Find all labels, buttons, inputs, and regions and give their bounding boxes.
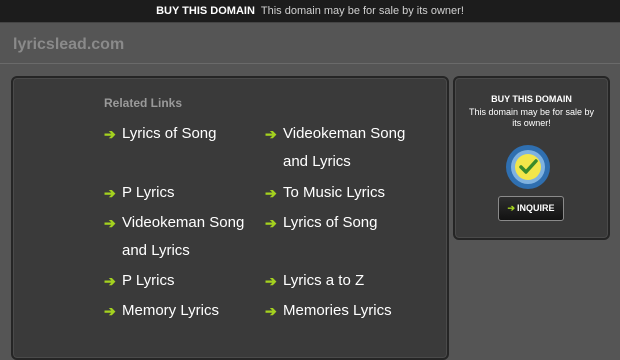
domain-title: lyricslead.com bbox=[13, 36, 125, 53]
related-link[interactable]: ➔ Lyrics of Song bbox=[104, 120, 264, 148]
related-link-label: Videokeman Song and Lyrics bbox=[283, 125, 406, 170]
related-link-label: To Music Lyrics bbox=[283, 184, 385, 201]
arrow-right-icon: ➔ bbox=[104, 215, 116, 231]
related-link-label: Videokeman Song and Lyrics bbox=[122, 214, 245, 259]
arrow-right-icon: ➔ bbox=[265, 273, 277, 289]
buy-domain-title: BUY THIS DOMAIN bbox=[491, 94, 572, 104]
top-banner-message: This domain may be for sale by its owner… bbox=[260, 5, 464, 17]
arrow-right-icon: ➔ bbox=[104, 126, 116, 142]
buy-domain-panel: BUY THIS DOMAIN This domain may be for s… bbox=[453, 76, 610, 240]
related-link-label: Lyrics of Song bbox=[122, 125, 217, 142]
arrow-right-icon: ➔ bbox=[507, 203, 516, 213]
arrow-right-icon: ➔ bbox=[265, 303, 277, 319]
arrow-right-icon: ➔ bbox=[104, 185, 116, 201]
arrow-right-icon: ➔ bbox=[265, 126, 277, 142]
related-link-label: Lyrics of Song bbox=[283, 214, 378, 231]
related-link[interactable]: ➔ Lyrics a to Z bbox=[265, 267, 425, 295]
related-link[interactable]: ➔ Videokeman Song and Lyrics bbox=[265, 120, 425, 176]
buy-domain-description: This domain may be for sale by its owner… bbox=[468, 107, 595, 128]
related-link[interactable]: ➔ To Music Lyrics bbox=[265, 179, 425, 207]
top-banner: BUY THIS DOMAIN This domain may be for sa… bbox=[0, 0, 620, 23]
related-link[interactable]: ➔ Lyrics of Song bbox=[265, 209, 425, 237]
arrow-right-icon: ➔ bbox=[265, 185, 277, 201]
related-links-panel: Related Links ➔ Lyrics of Song ➔ P Lyric… bbox=[11, 76, 449, 360]
arrow-right-icon: ➔ bbox=[104, 273, 116, 289]
related-link-label: P Lyrics bbox=[122, 272, 175, 289]
inquire-label: INQUIRE bbox=[517, 203, 555, 213]
inquire-button[interactable]: ➔ INQUIRE bbox=[498, 196, 564, 221]
related-link[interactable]: ➔ Videokeman Song and Lyrics bbox=[104, 209, 264, 265]
related-link-label: P Lyrics bbox=[122, 184, 175, 201]
arrow-right-icon: ➔ bbox=[104, 303, 116, 319]
related-link-label: Memory Lyrics bbox=[122, 302, 219, 319]
related-link[interactable]: ➔ P Lyrics bbox=[104, 179, 264, 207]
arrow-right-icon: ➔ bbox=[265, 215, 277, 231]
header-divider bbox=[0, 63, 620, 64]
related-link-label: Lyrics a to Z bbox=[283, 272, 365, 289]
related-link[interactable]: ➔ Memory Lyrics bbox=[104, 297, 264, 325]
related-link[interactable]: ➔ Memories Lyrics bbox=[265, 297, 425, 325]
safe-buyer-seal-icon bbox=[506, 145, 550, 189]
related-links-heading: Related Links bbox=[104, 96, 183, 110]
related-link[interactable]: ➔ P Lyrics bbox=[104, 267, 264, 295]
related-link-label: Memories Lyrics bbox=[283, 302, 392, 319]
top-banner-title[interactable]: BUY THIS DOMAIN bbox=[156, 5, 255, 17]
